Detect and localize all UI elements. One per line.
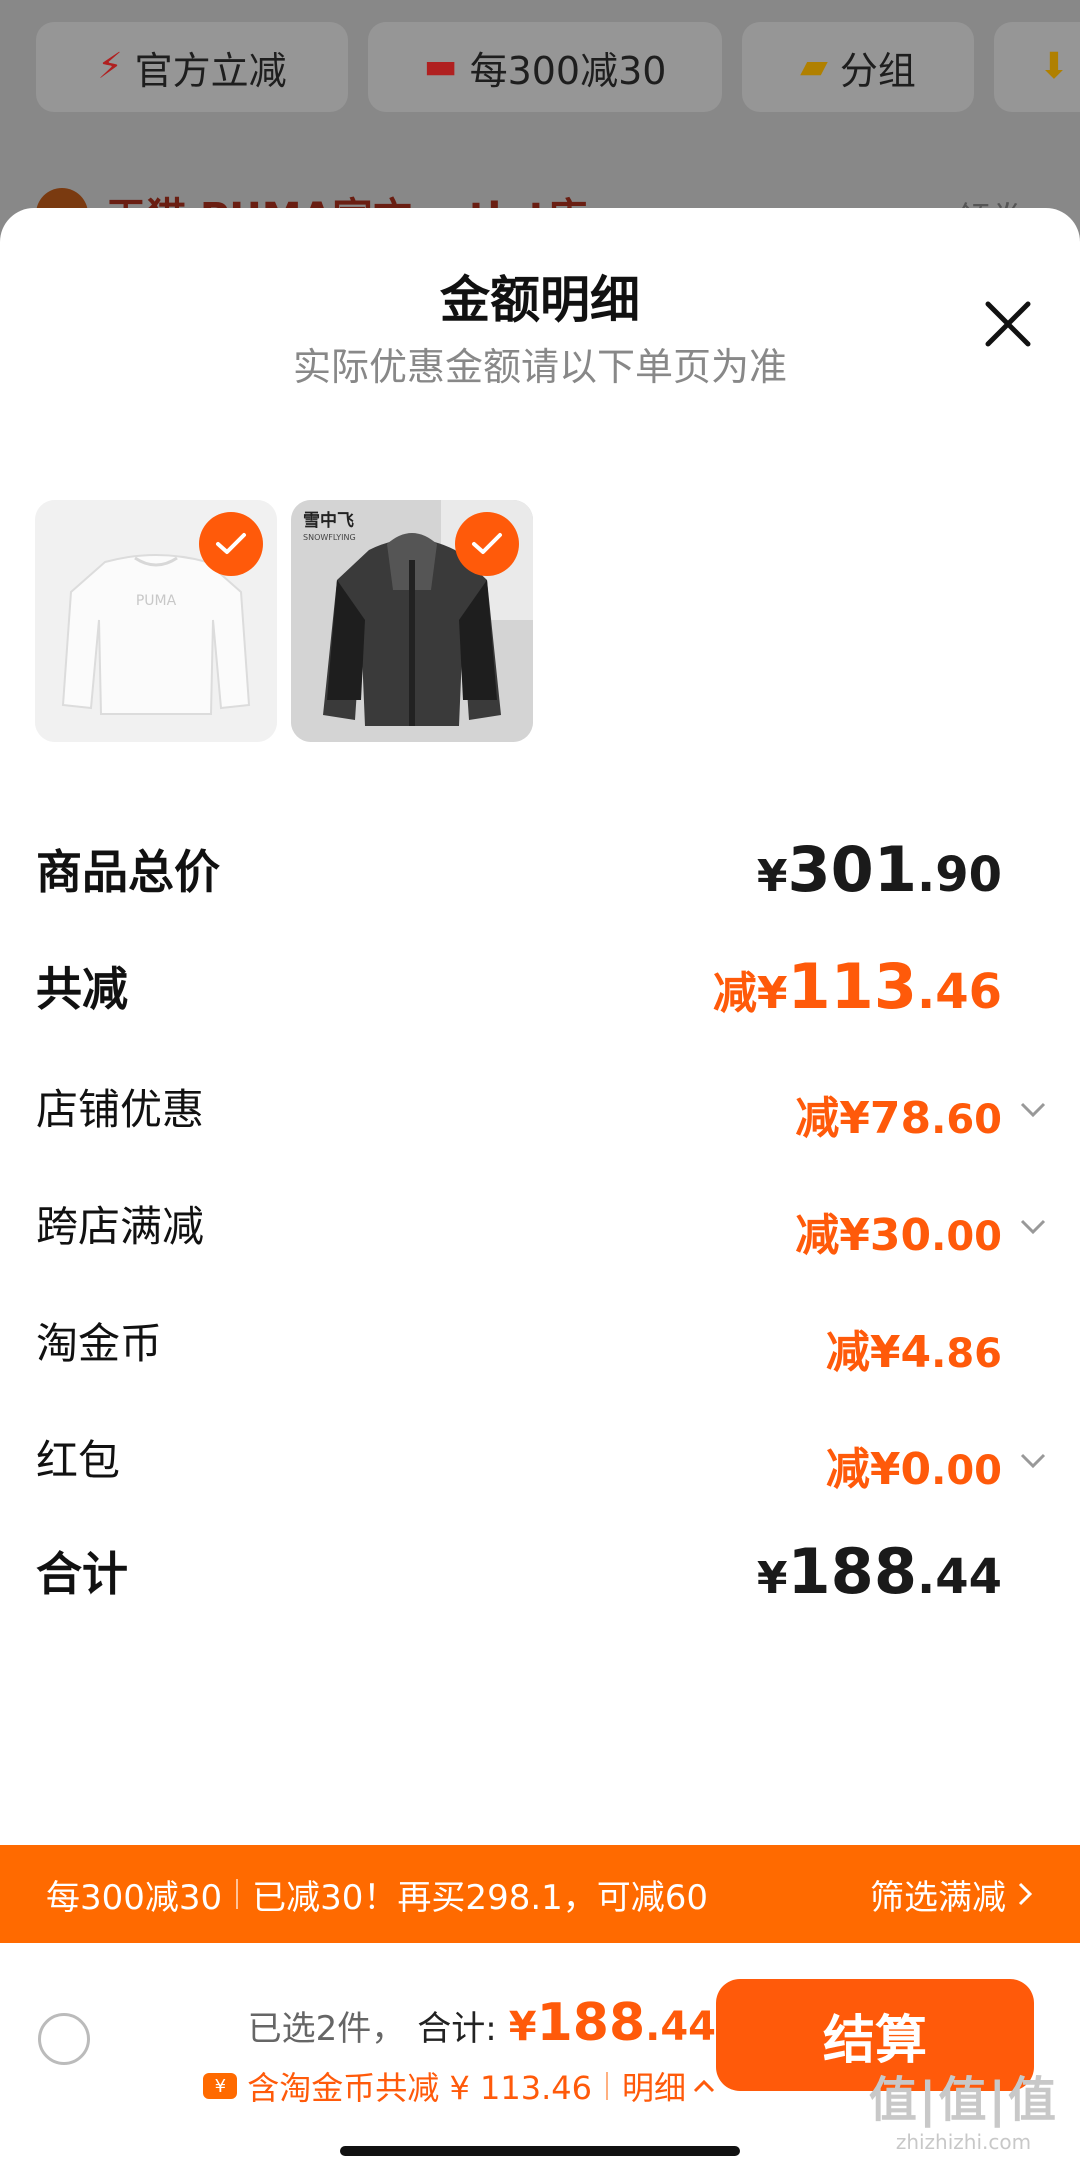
chevron-right-icon: [1018, 1882, 1033, 1906]
chip-official-discount[interactable]: ⚡ 官方立减: [36, 22, 348, 112]
home-indicator: [340, 2146, 740, 2156]
chip-group[interactable]: ▰ 分组: [742, 22, 974, 112]
total-label: 合计:: [417, 2009, 497, 2049]
row-label: 红包: [36, 1436, 121, 1485]
promo-status: 已减30！再买298.1，可减60: [252, 1877, 709, 1918]
watermark: 值|值|值 zhizhizhi.com: [869, 2060, 1058, 2154]
row-value: 减¥0.00: [825, 1444, 1002, 1495]
filter-label: 筛选满减: [870, 1877, 1006, 1918]
promo-rule: 每300减30: [46, 1877, 223, 1918]
row-cross-store[interactable]: 跨店满减 减¥30.00: [36, 1193, 1046, 1273]
chevron-down-icon[interactable]: [1018, 1445, 1048, 1475]
savings-line: ¥ 含淘金币共减 ¥ 113.46 明细: [203, 2063, 716, 2109]
background-page: ⚡ 官方立减 ▬ 每300减30 ▰ 分组 ⬇: [0, 0, 1080, 210]
row-shop-coupon[interactable]: 店铺优惠 减¥78.60: [36, 1076, 1046, 1156]
chevron-down-icon[interactable]: [1018, 1094, 1048, 1124]
divider: [236, 1879, 239, 1909]
row-grand-total: 合计 ¥188.44: [36, 1535, 1044, 1618]
detail-toggle[interactable]: 明细: [622, 2063, 716, 2109]
promo-bar: 每300减30 已减30！再买298.1，可减60 筛选满减: [0, 1845, 1080, 1943]
row-value: ¥188.44: [756, 1535, 1002, 1608]
row-value: 减¥78.60: [795, 1093, 1002, 1144]
row-total-price: 商品总价 ¥301.90: [36, 833, 1044, 916]
brand-mark: 雪中飞: [303, 510, 354, 531]
watermark-url: zhizhizhi.com: [895, 2130, 1032, 2154]
brand-sub: SNOWFLYING: [303, 533, 356, 542]
row-value: 减¥30.00: [795, 1210, 1002, 1261]
chevron-down-icon[interactable]: [1018, 1211, 1048, 1241]
row-label: 跨店满减: [36, 1202, 205, 1251]
savings-text: 含淘金币共减 ¥ 113.46: [247, 2069, 592, 2107]
chip-label: 官方立减: [134, 48, 287, 93]
chevron-up-icon: [693, 2079, 715, 2093]
brand-mark: PUMA: [136, 593, 177, 609]
chip-label: 每300减30: [469, 48, 667, 93]
row-label: 商品总价: [36, 845, 220, 899]
chip-more[interactable]: ⬇: [994, 22, 1080, 112]
product-thumb-jacket[interactable]: 雪中飞 SNOWFLYING: [291, 500, 533, 742]
folder-icon: ▰: [800, 46, 828, 87]
row-label: 店铺优惠: [36, 1085, 205, 1134]
row-total-discount: 共减 减¥113.46: [36, 950, 1044, 1033]
row-value: 减¥4.86: [825, 1327, 1002, 1378]
row-red-packet[interactable]: 红包 减¥0.00: [36, 1427, 1046, 1507]
divider: [605, 2072, 608, 2100]
lightning-icon: ⚡: [97, 46, 123, 87]
row-tao-coin: 淘金币 减¥4.86: [36, 1310, 1044, 1390]
selected-count: 已选2件，: [247, 2009, 406, 2049]
row-value: ¥301.90: [756, 833, 1002, 906]
select-all-radio[interactable]: [38, 2013, 90, 2065]
coupon-icon: ¥: [203, 2073, 238, 2099]
coupon-icon: ▬: [423, 46, 458, 87]
row-label: 合计: [36, 1547, 128, 1601]
sheet-subtitle: 实际优惠金额请以下单页为准: [292, 345, 787, 389]
summary-line: 已选2件， 合计: ¥188.44: [248, 1993, 716, 2053]
row-value: 减¥113.46: [712, 950, 1002, 1023]
row-label: 淘金币: [36, 1319, 163, 1368]
download-icon: ⬇: [1038, 46, 1070, 87]
close-icon[interactable]: [976, 292, 1040, 356]
selected-check-icon[interactable]: [455, 512, 519, 576]
detail-label: 明细: [621, 2069, 686, 2107]
filter-full-reduction-link[interactable]: 筛选满减: [870, 1870, 1034, 1919]
sheet-title: 金额明细: [440, 271, 640, 329]
selected-check-icon[interactable]: [199, 512, 263, 576]
watermark-logo: 值|值|值: [868, 2072, 1058, 2128]
chip-label: 分组: [839, 48, 916, 93]
row-label: 共减: [36, 962, 128, 1016]
promo-info: 每300减30 已减30！再买298.1，可减60: [46, 1870, 708, 1919]
product-thumb-sweatshirt[interactable]: PUMA: [35, 500, 277, 742]
chip-full-reduction[interactable]: ▬ 每300减30: [368, 22, 722, 112]
total-price: ¥188.44: [508, 1993, 716, 2053]
